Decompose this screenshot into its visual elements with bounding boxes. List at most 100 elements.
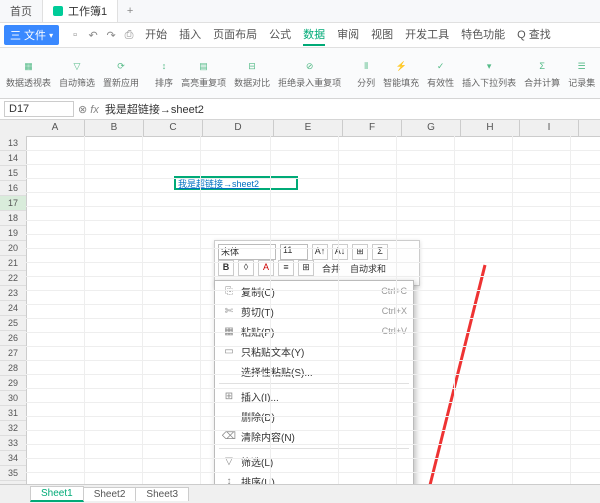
row-header-24[interactable]: 24 bbox=[0, 301, 26, 316]
row-header-13[interactable]: 13 bbox=[0, 136, 26, 151]
sheet-tab-Sheet1[interactable]: Sheet1 bbox=[30, 486, 84, 502]
row-header-33[interactable]: 33 bbox=[0, 436, 26, 451]
ctx-item-8[interactable]: ⌫清除内容(N) bbox=[215, 426, 413, 446]
col-header-A[interactable]: A bbox=[26, 120, 85, 136]
ribbon-flashfill[interactable]: ⚡智能填充 bbox=[383, 57, 419, 89]
ribbon-validation[interactable]: ⊟数据对比 bbox=[234, 57, 270, 89]
col-header-C[interactable]: C bbox=[144, 120, 203, 136]
qat-redo-icon[interactable]: ↷ bbox=[105, 29, 117, 42]
row-header-21[interactable]: 21 bbox=[0, 256, 26, 271]
name-box[interactable]: D17 bbox=[4, 101, 74, 117]
row-headers: 1314151617181920212223242526272829303132… bbox=[0, 136, 27, 494]
ribbon-dropdown[interactable]: ▾插入下拉列表 bbox=[462, 57, 516, 89]
ctx-icon: ⎘ bbox=[221, 286, 237, 297]
col-header-I[interactable]: I bbox=[520, 120, 579, 136]
mini-font-select[interactable]: 宋体 bbox=[218, 244, 276, 260]
row-header-17[interactable]: 17 bbox=[0, 196, 26, 211]
row-header-28[interactable]: 28 bbox=[0, 361, 26, 376]
row-header-23[interactable]: 23 bbox=[0, 286, 26, 301]
sheet-tabs: Sheet1Sheet2Sheet3 bbox=[0, 484, 600, 503]
ctx-label: 复制(C) bbox=[241, 284, 381, 299]
menu-tab-4[interactable]: 数据 bbox=[303, 24, 325, 46]
row-header-34[interactable]: 34 bbox=[0, 451, 26, 466]
row-header-31[interactable]: 31 bbox=[0, 406, 26, 421]
col-header-D[interactable]: D bbox=[203, 120, 274, 136]
ctx-item-0[interactable]: ⎘复制(C)Ctrl+C bbox=[215, 281, 413, 301]
select-all-corner[interactable] bbox=[0, 120, 27, 137]
col-header-H[interactable]: H bbox=[461, 120, 520, 136]
ribbon-validity[interactable]: ✓有效性 bbox=[427, 57, 454, 89]
ctx-item-10[interactable]: ▽筛选(L) bbox=[215, 451, 413, 471]
menu-tab-1[interactable]: 插入 bbox=[179, 24, 201, 46]
ribbon-consolidate[interactable]: Σ合并计算 bbox=[524, 57, 560, 89]
col-header-B[interactable]: B bbox=[85, 120, 144, 136]
ribbon-autofilter[interactable]: ▽自动筛选 bbox=[59, 57, 95, 89]
qat-save-icon[interactable]: ▫ bbox=[69, 29, 81, 42]
ctx-label: 剪切(T) bbox=[241, 304, 382, 319]
mini-size-dn[interactable]: A↓ bbox=[332, 244, 348, 260]
tab-home[interactable]: 首页 bbox=[0, 0, 43, 22]
row-header-29[interactable]: 29 bbox=[0, 376, 26, 391]
row-header-25[interactable]: 25 bbox=[0, 316, 26, 331]
row-header-26[interactable]: 26 bbox=[0, 331, 26, 346]
menu-tab-6[interactable]: 视图 bbox=[371, 24, 393, 46]
quick-access-toolbar: ▫ ↶ ↷ ⎙ bbox=[69, 29, 135, 42]
col-header-G[interactable]: G bbox=[402, 120, 461, 136]
mini-autosum[interactable]: Σ bbox=[372, 244, 388, 260]
spreadsheet-grid[interactable]: ABCDEFGHI 131415161718192021222324252627… bbox=[0, 120, 600, 494]
ribbon-pivot[interactable]: ▦数据透视表 bbox=[6, 57, 51, 89]
file-menu-button[interactable]: 三 文件 bbox=[4, 25, 59, 45]
filter-icon: ▽ bbox=[68, 57, 86, 75]
formula-bar: D17 ⊗ fx 我是超链接→sheet2 bbox=[0, 99, 600, 120]
new-tab-button[interactable] bbox=[118, 5, 142, 17]
compare-icon: ⊟ bbox=[243, 57, 261, 75]
row-header-16[interactable]: 16 bbox=[0, 181, 26, 196]
col-header-F[interactable]: F bbox=[343, 120, 402, 136]
ribbon-sort[interactable]: ↕排序 bbox=[155, 57, 173, 89]
qat-undo-icon[interactable]: ↶ bbox=[87, 29, 99, 42]
ctx-shortcut: Ctrl+V bbox=[382, 326, 407, 336]
ribbon-reapply[interactable]: ⟳置新应用 bbox=[103, 57, 139, 89]
wps-icon bbox=[53, 6, 63, 16]
mini-size-up[interactable]: A↑ bbox=[312, 244, 328, 260]
textcol-icon: ⫴ bbox=[357, 57, 375, 75]
ribbon-recmgr[interactable]: ☰记录集 bbox=[568, 57, 595, 89]
row-header-27[interactable]: 27 bbox=[0, 346, 26, 361]
ctx-item-3[interactable]: ▭只粘贴文本(Y) bbox=[215, 341, 413, 361]
menu-tab-2[interactable]: 页面布局 bbox=[213, 24, 257, 46]
mini-size-select[interactable]: 11 bbox=[280, 244, 308, 260]
sheet-tab-Sheet2[interactable]: Sheet2 bbox=[83, 487, 137, 501]
menu-tab-9[interactable]: Q 查找 bbox=[517, 24, 551, 46]
ribbon-highlight[interactable]: ▤高亮重复项 bbox=[181, 57, 226, 89]
fx-icon[interactable]: ⊗ fx bbox=[78, 103, 99, 116]
mini-merge[interactable]: ⊞ bbox=[352, 244, 368, 260]
col-header-E[interactable]: E bbox=[274, 120, 343, 136]
ctx-label: 筛选(L) bbox=[241, 454, 407, 469]
formula-value[interactable]: 我是超链接→sheet2 bbox=[105, 101, 204, 117]
sheet-tab-Sheet3[interactable]: Sheet3 bbox=[135, 487, 189, 501]
row-header-18[interactable]: 18 bbox=[0, 211, 26, 226]
mini-autosum-label[interactable]: 自动求和 bbox=[350, 262, 386, 275]
tab-workbook[interactable]: 工作簿1 bbox=[43, 0, 118, 22]
row-header-20[interactable]: 20 bbox=[0, 241, 26, 256]
context-menu: ⎘复制(C)Ctrl+C✄剪切(T)Ctrl+X▦粘贴(P)Ctrl+V▭只粘贴… bbox=[214, 280, 414, 494]
menu-tab-3[interactable]: 公式 bbox=[269, 24, 291, 46]
row-header-15[interactable]: 15 bbox=[0, 166, 26, 181]
menu-tab-8[interactable]: 特色功能 bbox=[461, 24, 505, 46]
ctx-item-2[interactable]: ▦粘贴(P)Ctrl+V bbox=[215, 321, 413, 341]
row-header-14[interactable]: 14 bbox=[0, 151, 26, 166]
row-header-22[interactable]: 22 bbox=[0, 271, 26, 286]
ctx-item-6[interactable]: ⊞插入(I)... bbox=[215, 386, 413, 406]
row-header-19[interactable]: 19 bbox=[0, 226, 26, 241]
menu-tab-0[interactable]: 开始 bbox=[145, 24, 167, 46]
qat-print-icon[interactable]: ⎙ bbox=[123, 29, 135, 42]
menu-tab-7[interactable]: 开发工具 bbox=[405, 24, 449, 46]
row-header-35[interactable]: 35 bbox=[0, 466, 26, 481]
row-header-32[interactable]: 32 bbox=[0, 421, 26, 436]
ribbon-textcol[interactable]: ⫴分列 bbox=[357, 57, 375, 89]
ctx-item-4[interactable]: 选择性粘贴(S)... bbox=[215, 361, 413, 381]
ribbon-reject[interactable]: ⊘拒绝录入重复项 bbox=[278, 57, 341, 89]
row-header-30[interactable]: 30 bbox=[0, 391, 26, 406]
menu-tab-5[interactable]: 审阅 bbox=[337, 24, 359, 46]
ctx-icon: ▦ bbox=[221, 326, 237, 337]
